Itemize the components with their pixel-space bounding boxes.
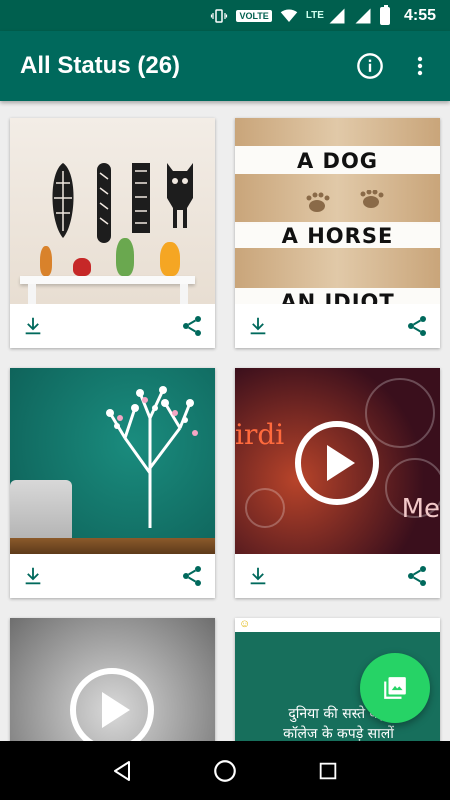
lte-label: LTE [305, 10, 324, 21]
system-nav-bar [0, 741, 450, 800]
signal-icon-2 [355, 8, 371, 23]
play-icon [102, 692, 130, 728]
status-card: A DOG A HORSE AN IDIOT [235, 118, 440, 348]
download-icon [25, 567, 41, 585]
vase [40, 246, 52, 276]
share-button[interactable] [404, 563, 430, 589]
download-icon [25, 317, 41, 335]
vibrate-icon [211, 8, 228, 23]
sofa [10, 480, 72, 538]
download-icon [250, 567, 266, 585]
play-icon [327, 445, 355, 481]
status-card [10, 368, 215, 598]
sand-strip [235, 248, 440, 288]
status-bar: VOLTE LTE 4:55 [0, 0, 450, 31]
video-overlay-text: Me [401, 494, 440, 524]
card-actions [10, 304, 215, 348]
back-icon [113, 760, 130, 781]
share-button[interactable] [404, 313, 430, 339]
shelf-leg [180, 284, 188, 304]
download-button[interactable] [20, 563, 46, 589]
card-actions [235, 554, 440, 598]
shelf-leg [28, 284, 36, 304]
status-time: 4:55 [403, 6, 436, 24]
status-thumbnail[interactable] [10, 368, 215, 554]
status-text-line: कॉलेज के कपड़े सालों [283, 726, 394, 741]
gallery-fab[interactable] [360, 653, 430, 723]
bokeh-circle [245, 488, 285, 528]
video-overlay-text: irdi [235, 418, 285, 451]
download-button[interactable] [245, 563, 271, 589]
paw-print [306, 190, 384, 212]
floor [10, 538, 215, 554]
photo-library-icon [384, 677, 406, 699]
wifi-icon [280, 8, 298, 22]
download-button[interactable] [245, 313, 271, 339]
tree-art [106, 386, 198, 528]
vase [116, 238, 134, 276]
home-button[interactable] [210, 756, 240, 786]
more-vert-icon [417, 56, 423, 76]
play-button[interactable] [295, 421, 379, 505]
status-thumbnail[interactable] [10, 618, 215, 741]
wall-art-shape [52, 163, 74, 238]
status-text-line: AN IDIOT [235, 288, 440, 304]
volte-badge: VOLTE [236, 9, 272, 22]
download-button[interactable] [20, 313, 46, 339]
vase [160, 242, 180, 276]
share-icon [408, 316, 426, 336]
recents-icon [320, 762, 337, 779]
info-icon [357, 53, 383, 79]
page-title: All Status (26) [20, 52, 181, 79]
status-grid: A DOG A HORSE AN IDIOT irdi Me ☺ दुनिया … [0, 101, 450, 741]
wall-art-shape [167, 163, 193, 228]
status-card [10, 618, 215, 741]
battery-icon [379, 4, 390, 25]
more-options-button[interactable] [400, 46, 440, 86]
share-icon [408, 566, 426, 586]
status-thumbnail[interactable] [10, 118, 215, 304]
share-button[interactable] [179, 563, 205, 589]
status-thumbnail[interactable]: irdi Me [235, 368, 440, 554]
share-icon [183, 566, 201, 586]
card-actions [10, 554, 215, 598]
sand-strip [235, 118, 440, 146]
share-icon [183, 316, 201, 336]
status-card [10, 118, 215, 348]
bokeh-circle [365, 378, 435, 448]
app-bar: All Status (26) [0, 31, 450, 101]
back-button[interactable] [107, 756, 137, 786]
info-button[interactable] [350, 46, 390, 86]
emoji-icon: ☺ [239, 618, 251, 630]
status-text-line: A HORSE [235, 222, 440, 248]
signal-icon [329, 8, 345, 23]
vase [73, 258, 91, 276]
card-actions [235, 304, 440, 348]
download-icon [250, 317, 266, 335]
status-card: irdi Me [235, 368, 440, 598]
wall-art-shape [132, 163, 150, 233]
play-button[interactable] [70, 668, 154, 741]
status-text-line: A DOG [235, 146, 440, 174]
shelf [20, 276, 195, 284]
home-icon [214, 759, 236, 782]
recents-button[interactable] [313, 756, 343, 786]
wall-art-shape [97, 163, 111, 243]
status-thumbnail[interactable]: A DOG A HORSE AN IDIOT [235, 118, 440, 304]
share-button[interactable] [179, 313, 205, 339]
